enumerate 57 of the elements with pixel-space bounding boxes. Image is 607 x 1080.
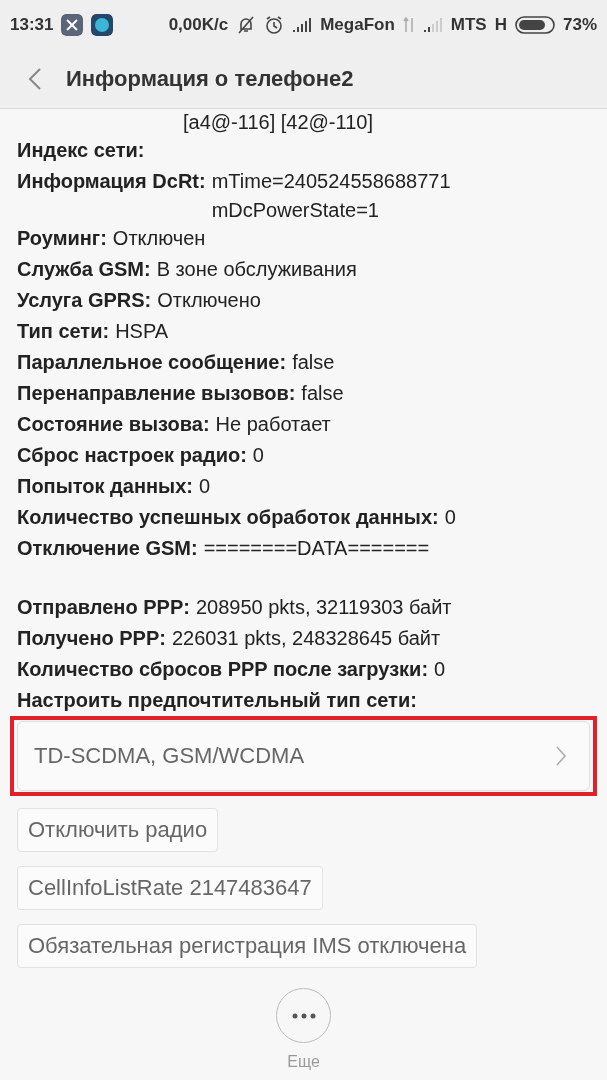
info-label: Информация DcRt: <box>17 169 206 194</box>
info-label: Услуга GPRS: <box>17 288 152 313</box>
network-type-select[interactable]: TD-SCDMA, GSM/WCDMA <box>17 721 590 791</box>
info-label: Сброс настроек радио: <box>17 443 247 468</box>
app-icon <box>61 14 84 36</box>
info-label: Количество успешных обработок данных: <box>17 505 439 530</box>
info-value: 0 <box>434 657 446 682</box>
more-label: Еще <box>287 1053 320 1071</box>
action-button[interactable]: Обязательная регистрация IMS отключена <box>17 924 478 968</box>
data-arrows-icon <box>402 16 415 34</box>
info-value: Не работает <box>215 412 331 437</box>
info-value: В зоне обслуживания <box>156 257 357 282</box>
battery-icon <box>514 16 555 34</box>
info-label: Роуминг: <box>17 226 107 251</box>
info-label: Количество сбросов PPP после загрузки: <box>17 657 429 682</box>
page-title: Информация о телефоне2 <box>66 66 354 92</box>
network-type: H <box>494 15 507 35</box>
chevron-icon <box>555 745 567 767</box>
info-value: Отключен <box>112 226 206 251</box>
info-label: Попыток данных: <box>17 474 193 499</box>
info-label: Служба GSM: <box>17 257 151 282</box>
info-value: 0 <box>444 505 456 530</box>
info-label: Параллельное сообщение: <box>17 350 287 375</box>
info-label: Перенаправление вызовов: <box>17 381 296 406</box>
info-value: 0 <box>252 443 264 468</box>
alarm-icon <box>264 15 285 35</box>
info-value: Отключено <box>157 288 261 313</box>
signal-icon <box>422 17 443 33</box>
muted-bell-icon <box>236 15 257 35</box>
info-label: Настроить предпочтительный тип сети: <box>17 688 417 713</box>
carrier-name: MegaFon <box>320 15 395 35</box>
more-icon <box>291 1012 316 1019</box>
info-value: ========DATA======= <box>203 536 430 561</box>
action-button[interactable]: CellInfoListRate 2147483647 <box>17 866 323 910</box>
status-time: 13:31 <box>10 15 54 35</box>
info-label: Индекс сети: <box>17 138 145 163</box>
info-value: mTime=240524558688771 <box>211 169 451 194</box>
info-value: 0 <box>198 474 211 499</box>
battery-percent: 73% <box>562 15 597 35</box>
info-label: Получено PPP: <box>17 626 166 651</box>
info-label: Состояние вызова: <box>17 412 210 437</box>
info-label: Отправлено PPP: <box>17 595 190 620</box>
action-button[interactable]: Отключить радио <box>17 808 219 852</box>
carrier-name: MTS <box>450 15 487 35</box>
signal-icon <box>292 17 313 33</box>
info-value: 208950 pkts, 32119303 байт <box>195 595 452 620</box>
back-icon[interactable] <box>28 67 42 91</box>
info-label: Тип сети: <box>17 319 110 344</box>
info-value: HSPA <box>115 319 169 344</box>
info-value: mDcPowerState=1 <box>211 198 380 223</box>
info-value: [a4@-116] [42@-110] <box>183 110 373 135</box>
info-value: false <box>301 381 344 406</box>
app-icon <box>91 14 114 36</box>
info-label: Отключение GSM: <box>17 536 198 561</box>
info-value: 226031 pkts, 248328645 байт <box>171 626 441 651</box>
info-value: false <box>292 350 335 375</box>
network-speed: 0,00K/c <box>168 15 229 35</box>
